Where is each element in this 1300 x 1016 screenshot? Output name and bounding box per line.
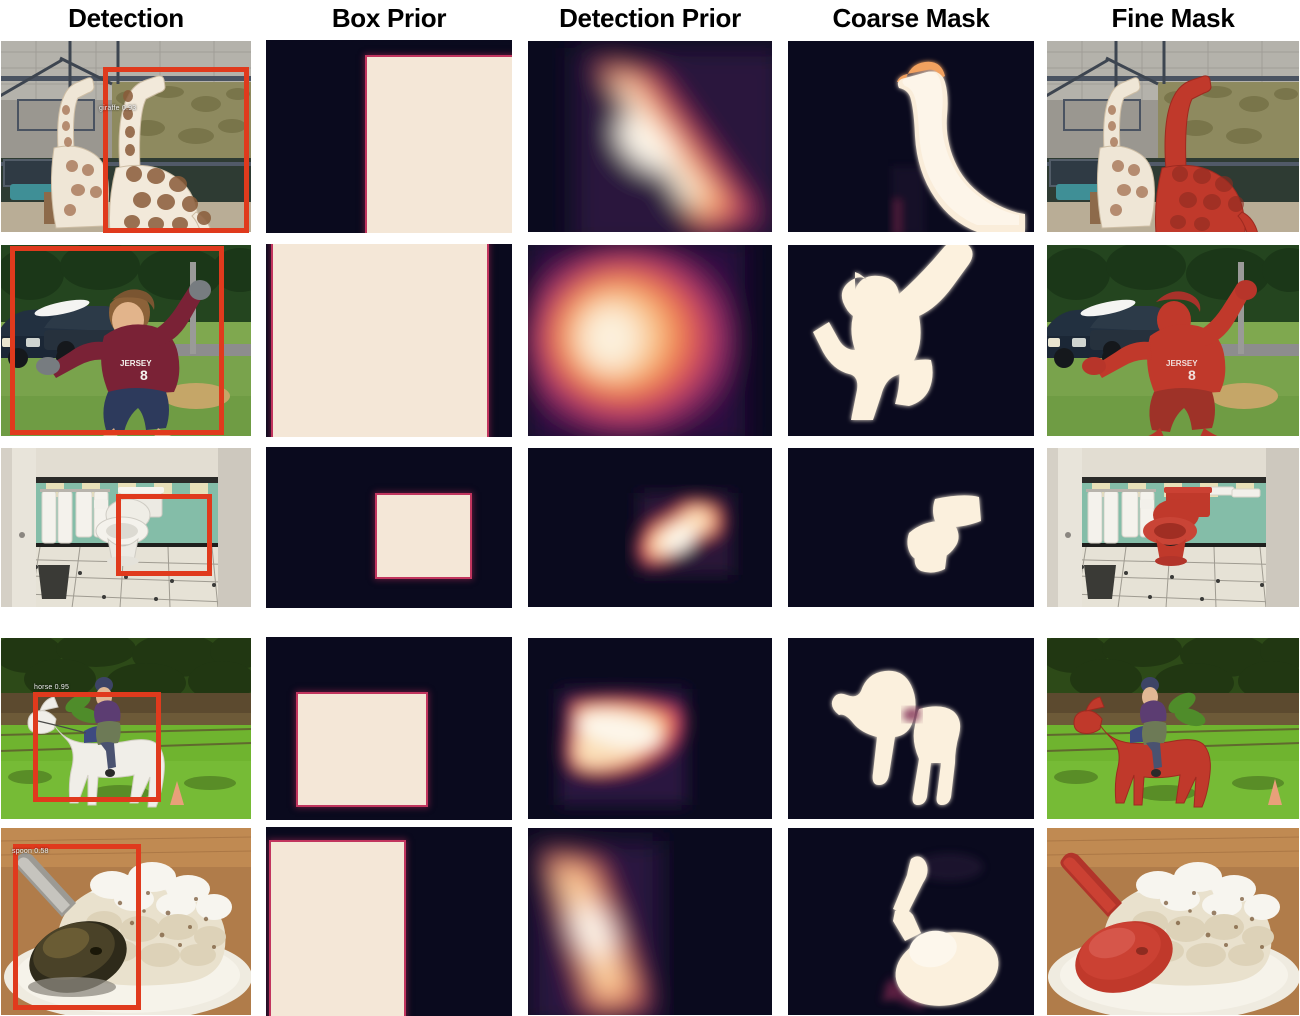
detection-label-spoon: spoon 0.58 (12, 848, 49, 855)
cell-toilet-detection (0, 447, 252, 608)
cell-giraffe-coarse-mask (787, 40, 1035, 233)
cell-person-fine-mask: JERSEY 8 (1046, 244, 1300, 437)
cell-horse-detection-prior (527, 637, 773, 820)
detection-box-giraffe (103, 67, 250, 233)
qualitative-results-figure: Detection Box Prior Detection Prior Coar… (0, 0, 1300, 1016)
cell-toilet-coarse-mask (787, 447, 1035, 608)
fine-mask-toilet (1046, 447, 1300, 608)
box-prior-rect-spoon (270, 842, 404, 1016)
detection-prior-heatmap-horse (527, 637, 773, 820)
detection-prior-heatmap-toilet (527, 447, 773, 608)
box-prior-rect-toilet (376, 495, 471, 578)
detection-box-spoon (12, 844, 142, 1011)
cell-toilet-box-prior (266, 447, 512, 608)
coarse-mask-horse (787, 637, 1035, 820)
cell-toilet-detection-prior (527, 447, 773, 608)
cell-horse-coarse-mask (787, 637, 1035, 820)
column-header-fine-mask: Fine Mask (1111, 3, 1235, 33)
cell-spoon-fine-mask (1046, 827, 1300, 1016)
cell-giraffe-fine-mask (1046, 40, 1300, 233)
column-header-detection: Detection (68, 3, 184, 33)
column-header-coarse-mask: Coarse Mask (832, 3, 990, 33)
cell-person-box-prior (266, 244, 512, 437)
detection-box-person (10, 245, 225, 436)
box-prior-rect-person (273, 244, 488, 437)
cell-person-detection: JERSEY 8 (0, 244, 252, 437)
detection-prior-heatmap-spoon (527, 827, 773, 1016)
cell-horse-detection: horse 0.95 (0, 637, 252, 820)
coarse-mask-person (787, 244, 1035, 437)
column-header-box-prior: Box Prior (331, 3, 447, 33)
detection-box-horse (32, 691, 162, 802)
cell-person-detection-prior (527, 244, 773, 437)
cell-spoon-detection: spoon 0.58 (0, 827, 252, 1016)
fine-mask-horse (1046, 637, 1300, 820)
fine-mask-spoon (1046, 827, 1300, 1016)
box-prior-rect-horse (297, 693, 426, 806)
coarse-mask-toilet (787, 447, 1035, 608)
svg-text:8: 8 (1188, 367, 1196, 383)
fine-mask-person: JERSEY 8 (1046, 244, 1300, 437)
cell-spoon-coarse-mask (787, 827, 1035, 1016)
cell-giraffe-detection: giraffe 0.93 (0, 40, 252, 233)
detection-label-horse: horse 0.95 (34, 684, 70, 691)
coarse-mask-spoon (787, 827, 1035, 1016)
cell-horse-box-prior (266, 637, 512, 820)
coarse-mask-giraffe (787, 40, 1035, 233)
box-prior-rect-giraffe (366, 57, 512, 233)
detection-box-toilet (115, 493, 212, 576)
cell-spoon-detection-prior (527, 827, 773, 1016)
cell-giraffe-detection-prior (527, 40, 773, 233)
column-header-detection-prior: Detection Prior (559, 3, 741, 33)
cell-person-coarse-mask (787, 244, 1035, 437)
column-header-row: Detection Box Prior Detection Prior Coar… (0, 0, 1300, 36)
cell-giraffe-box-prior (266, 40, 512, 233)
detection-prior-heatmap-giraffe (527, 40, 773, 233)
cell-toilet-fine-mask (1046, 447, 1300, 608)
cell-horse-fine-mask (1046, 637, 1300, 820)
fine-mask-giraffe (1046, 40, 1300, 233)
cell-spoon-box-prior (266, 827, 512, 1016)
detection-label-giraffe: giraffe 0.93 (99, 105, 137, 112)
detection-prior-heatmap-person (527, 244, 773, 437)
